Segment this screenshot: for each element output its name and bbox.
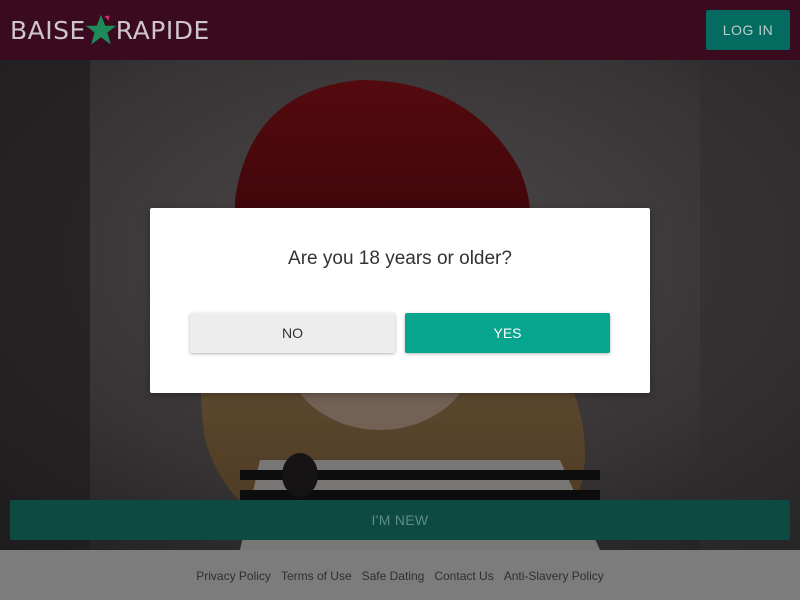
site-footer: Privacy Policy Terms of Use Safe Dating …: [0, 550, 800, 600]
footer-link-terms[interactable]: Terms of Use: [281, 569, 352, 583]
yes-button[interactable]: YES: [405, 313, 610, 353]
footer-link-contact[interactable]: Contact Us: [434, 569, 493, 583]
logo-text-left: BAISE: [10, 15, 86, 45]
im-new-button[interactable]: I'M NEW: [10, 500, 790, 540]
modal-question: Are you 18 years or older?: [288, 248, 512, 269]
logo-text-right: RAPIDE: [115, 15, 210, 45]
age-verification-modal: Are you 18 years or older? NO YES: [150, 208, 650, 393]
footer-link-privacy[interactable]: Privacy Policy: [196, 569, 271, 583]
footer-link-safe-dating[interactable]: Safe Dating: [362, 569, 425, 583]
footer-link-anti-slavery[interactable]: Anti-Slavery Policy: [504, 569, 604, 583]
login-button[interactable]: LOG IN: [706, 10, 790, 50]
site-header: BAISE RAPIDE LOG IN: [0, 0, 800, 60]
site-logo[interactable]: BAISE RAPIDE: [10, 10, 210, 50]
star-icon: [85, 14, 117, 45]
no-button[interactable]: NO: [190, 313, 395, 353]
